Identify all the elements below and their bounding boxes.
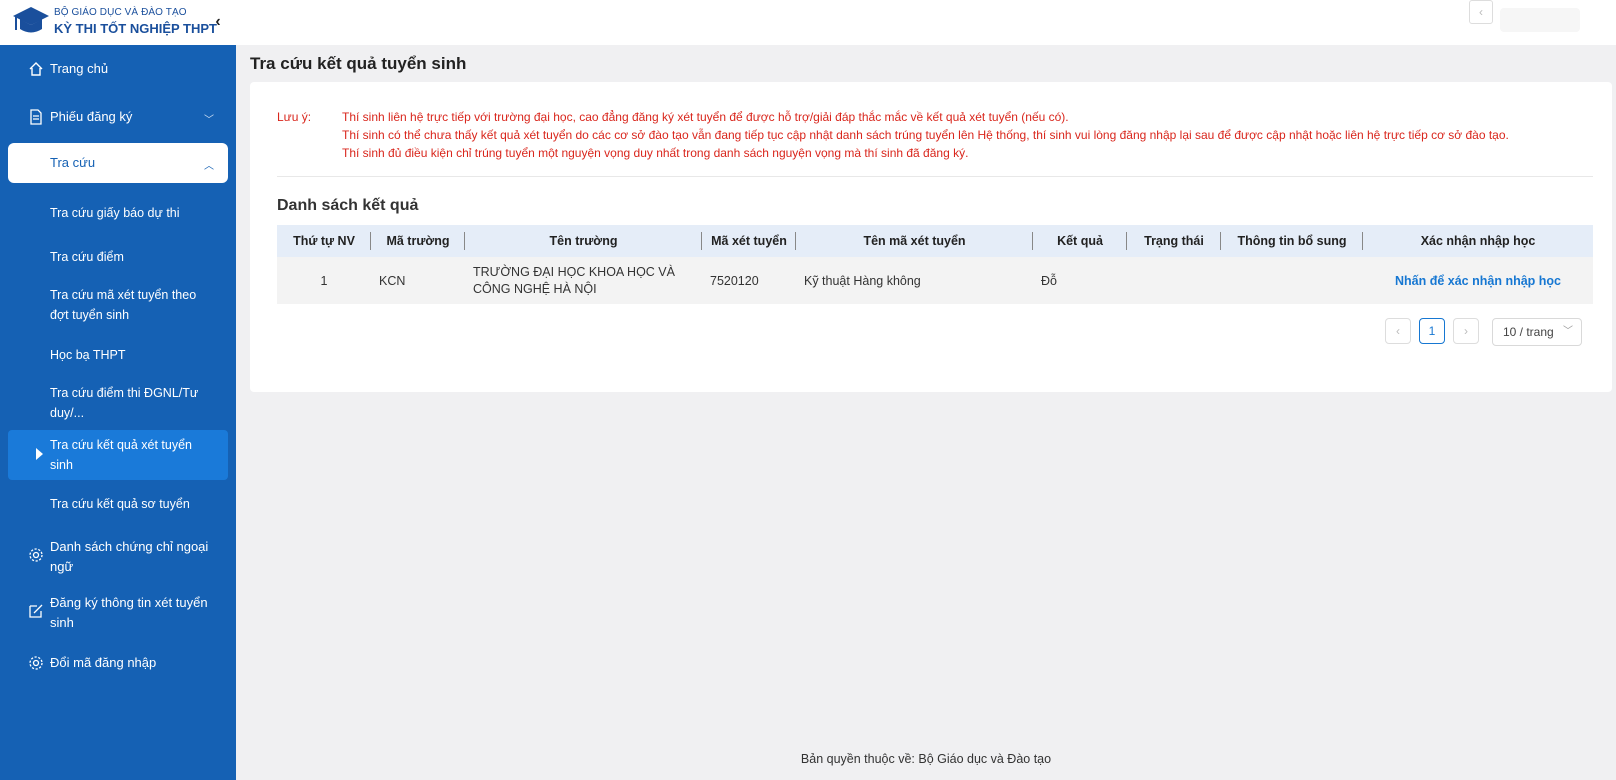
sidebar-item-admission-registration[interactable]: Đăng ký thông tin xét tuyển sinh: [8, 591, 228, 635]
sidebar-subitem-dgnl-scores[interactable]: Tra cứu điểm thi ĐGNL/Tư duy/...: [8, 381, 228, 425]
sidebar-subitem-label: Tra cứu kết quả sơ tuyển: [50, 497, 190, 511]
sidebar-subitem-admission-results[interactable]: Tra cứu kết quả xét tuyển sinh: [8, 430, 228, 480]
cell-admission-name: Kỹ thuật Hàng không: [796, 257, 1033, 304]
sidebar-collapse-button[interactable]: ‹: [208, 12, 228, 32]
sidebar-subitem-preliminary-results[interactable]: Tra cứu kết quả sơ tuyển: [8, 492, 228, 516]
chevron-down-icon: ﹀: [204, 115, 214, 126]
caret-right-icon: [36, 448, 43, 460]
table-header-row: Thứ tự NV Mã trường Tên trường Mã xét tu…: [277, 225, 1593, 257]
sidebar-item-label: Danh sách chứng chỉ ngoại ngữ: [50, 539, 209, 574]
brand-exam-title: KỲ THI TỐT NGHIỆP THPT: [54, 21, 217, 36]
gear-icon: [29, 548, 43, 562]
results-table: Thứ tự NV Mã trường Tên trường Mã xét tu…: [277, 225, 1593, 304]
sidebar-subitem-exam-notice[interactable]: Tra cứu giấy báo dự thi: [8, 201, 228, 225]
sidebar-subitem-label: Tra cứu điểm thi ĐGNL/Tư duy/...: [50, 386, 199, 420]
sidebar-item-label: Phiếu đăng ký: [50, 109, 133, 124]
top-header: BỘ GIÁO DỤC VÀ ĐÀO TẠO KỲ THI TỐT NGHIỆP…: [0, 0, 1616, 45]
footer-copyright: Bản quyền thuộc về: Bộ Giáo dục và Đào t…: [800, 752, 1052, 766]
sidebar-subitem-admission-codes[interactable]: Tra cứu mã xét tuyển theo đợt tuyển sinh: [8, 283, 228, 327]
sidebar-item-change-login-code[interactable]: Đổi mã đăng nhập: [8, 651, 228, 675]
sidebar-item-language-certificates[interactable]: Danh sách chứng chỉ ngoại ngữ: [8, 535, 228, 579]
sidebar-subitem-transcript[interactable]: Học bạ THPT: [8, 343, 228, 367]
column-header: Thông tin bổ sung: [1221, 225, 1363, 257]
section-title: Danh sách kết quả: [277, 197, 419, 214]
column-header: Tên trường: [465, 225, 702, 257]
column-header: Kết quả: [1033, 225, 1127, 257]
sidebar-item-label: Trang chủ: [50, 61, 109, 76]
home-icon: [29, 62, 43, 76]
sidebar-subitem-label: Tra cứu giấy báo dự thi: [50, 206, 180, 220]
page-title: Tra cứu kết quả tuyển sinh: [250, 54, 467, 73]
cell-result: Đỗ: [1033, 257, 1127, 304]
sidebar-item-label: Đăng ký thông tin xét tuyển sinh: [50, 595, 208, 630]
column-header: Mã trường: [371, 225, 465, 257]
sidebar-item-lookup[interactable]: Tra cứu ︿: [8, 143, 228, 183]
edit-icon: [29, 604, 43, 618]
graduation-cap-logo-icon: [13, 7, 49, 33]
sidebar-item-home[interactable]: Trang chủ: [8, 57, 228, 81]
user-menu-area[interactable]: [1500, 8, 1580, 32]
cell-confirm: Nhấn để xác nhận nhập học: [1363, 257, 1593, 304]
cell-status: [1127, 257, 1221, 304]
next-page-button[interactable]: ›: [1453, 318, 1479, 344]
note-line: Thí sinh liên hệ trực tiếp với trường đạ…: [342, 110, 1069, 124]
document-icon: [30, 109, 42, 125]
chevron-up-icon: ︿: [204, 161, 214, 172]
cell-school-code: KCN: [371, 257, 465, 304]
sidebar-item-registration[interactable]: Phiếu đăng ký ﹀: [8, 105, 228, 129]
note-line: Thí sinh đủ điều kiện chỉ trúng tuyển mộ…: [342, 146, 969, 160]
page-size-select[interactable]: 10 / trang ﹀: [1492, 318, 1582, 346]
sidebar: Trang chủ Phiếu đăng ký ﹀ Tra cứu ︿ Tra …: [0, 45, 236, 780]
prev-page-button[interactable]: ‹: [1385, 318, 1411, 344]
page-1-button[interactable]: 1: [1419, 318, 1445, 344]
table-row: 1 KCN TRƯỜNG ĐẠI HỌC KHOA HỌC VÀ CÔNG NG…: [277, 257, 1593, 304]
note-line: Thí sinh có thể chưa thấy kết quả xét tu…: [342, 128, 1509, 142]
column-header: Trạng thái: [1127, 225, 1221, 257]
results-card: Lưu ý: Thí sinh liên hệ trực tiếp với tr…: [250, 82, 1612, 392]
column-header: Mã xét tuyển: [702, 225, 796, 257]
chevron-down-icon: ﹀: [1563, 326, 1573, 337]
cell-extra-info: [1221, 257, 1363, 304]
note-label: Lưu ý:: [277, 110, 312, 124]
sidebar-subitem-label: Tra cứu điểm: [50, 250, 124, 264]
column-header: Thứ tự NV: [277, 225, 371, 257]
sidebar-item-label: Tra cứu: [50, 155, 96, 170]
sidebar-subitem-label: Học bạ THPT: [50, 348, 126, 362]
cell-school-name: TRƯỜNG ĐẠI HỌC KHOA HỌC VÀ CÔNG NGHỆ HÀ …: [465, 257, 702, 304]
sidebar-subitem-scores[interactable]: Tra cứu điểm: [8, 245, 228, 269]
sidebar-subitem-label: Tra cứu mã xét tuyển theo đợt tuyển sinh: [50, 288, 197, 322]
confirm-enrollment-link[interactable]: Nhấn để xác nhận nhập học: [1395, 274, 1561, 288]
gear-icon: [29, 656, 43, 670]
page-size-value: 10 / trang: [1503, 325, 1554, 339]
brand-ministry-text: BỘ GIÁO DỤC VÀ ĐÀO TẠO: [54, 7, 187, 18]
top-right-back-button[interactable]: ‹: [1469, 0, 1493, 24]
sidebar-subitem-label: Tra cứu kết quả xét tuyển sinh: [50, 438, 193, 472]
divider: [277, 176, 1593, 177]
column-header: Tên mã xét tuyển: [796, 225, 1033, 257]
column-header: Xác nhận nhập học: [1363, 225, 1593, 257]
sidebar-item-label: Đổi mã đăng nhập: [50, 655, 157, 670]
cell-order: 1: [277, 257, 371, 304]
cell-admission-code: 7520120: [702, 257, 796, 304]
